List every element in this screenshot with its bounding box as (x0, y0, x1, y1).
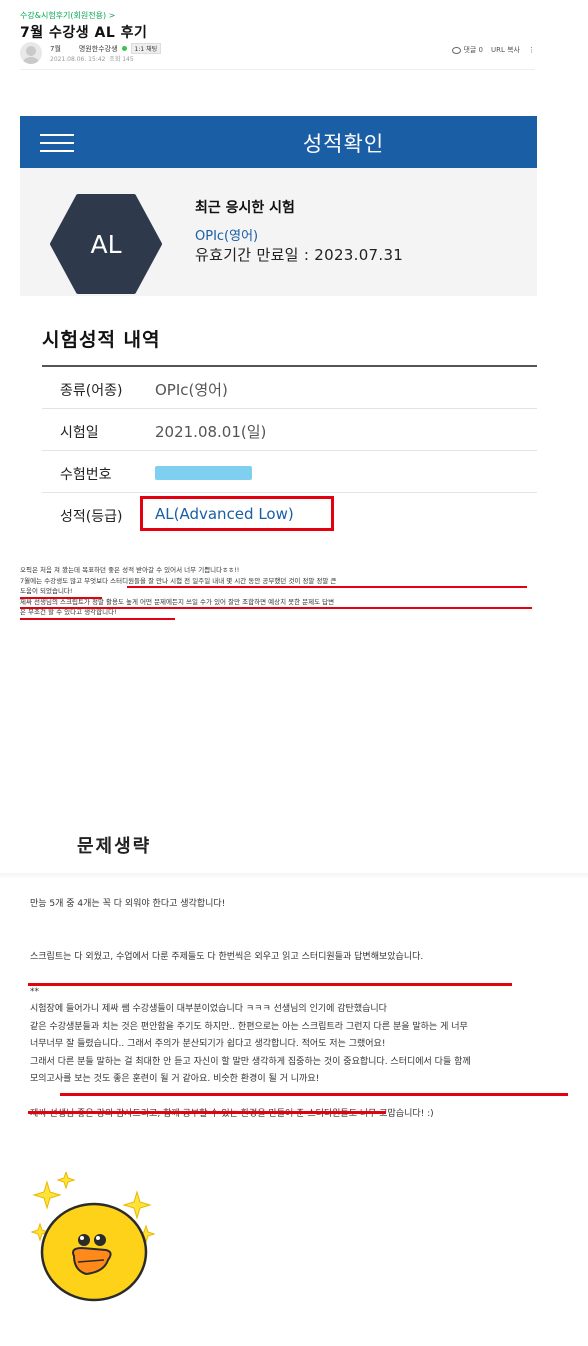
row-label: 종류(어종) (60, 383, 123, 399)
body-line: ** (30, 986, 39, 997)
body-line (30, 966, 570, 984)
body-line: 시험장에 들어가니 제싸 쌤 수강생들이 대부분이었습니다 ㅋㅋㅋ 선생님의 인… (30, 1004, 387, 1014)
comment-button[interactable]: 댓글 0 (452, 45, 483, 55)
divider (20, 69, 535, 70)
row-label: 성적(등급) (60, 509, 123, 525)
score-app-header: 성적확인 (20, 116, 537, 168)
score-app-title: 성적확인 (302, 132, 385, 156)
row-label: 시험일 (60, 425, 99, 441)
underline-mark (20, 597, 102, 599)
level-text: AL (90, 230, 122, 259)
url-copy-button[interactable]: URL 복사 (491, 45, 520, 55)
body-line: 스크립트는 다 외웠고, 수업에서 다룬 주제들도 다 한번씩은 외우고 읽고 … (30, 951, 424, 962)
sticker-sally (30, 1170, 160, 1302)
row-value: 2021.08.01(일) (155, 423, 267, 441)
post-title: 7월 수강생 AL 후기 (20, 25, 148, 41)
post-meta: 2021.08.06. 15:42 조회 145 (50, 54, 134, 63)
underline-mark (20, 618, 175, 620)
history-row: 종류(어종) OPIc(영어) (42, 367, 537, 409)
chat-badge[interactable]: 1:1 채팅 (130, 43, 162, 54)
body-line: 제싸 선생님 좋은 강의 감사드리고, 함께 공부할 수 있는 환경을 만들어 … (30, 1109, 434, 1119)
section-title: 문제생략 (77, 836, 152, 857)
row-value: OPIc(영어) (155, 381, 228, 399)
author-line: 7월 명원한수강생 1:1 채팅 (50, 43, 162, 54)
post-header: 수강&시험후기(회원전용) > 7월 수강생 AL 후기 7월 명원한수강생 1… (0, 0, 545, 70)
review-line: 7월에는 수강생도 많고 무엇보다 스터디원들을 잘 만나 시험 전 일주일 내… (20, 576, 337, 585)
underline-mark (20, 607, 532, 609)
history-title: 시험성적 내역 (42, 329, 161, 351)
underline-mark (60, 1093, 568, 1096)
body-line: 모의고사를 보는 것도 좋은 훈련이 될 거 같아요. 비슷한 환경이 될 거 … (30, 1074, 320, 1084)
body-line (30, 914, 570, 932)
underline-mark (28, 983, 512, 986)
body-line: 너무너무 잘 들렸습니다.. 그래서 주의가 분산되기가 쉽다고 생각합니다. … (30, 1039, 386, 1049)
underline-mark (28, 1111, 386, 1114)
body-line (30, 931, 570, 949)
author-name[interactable]: 7월 (50, 44, 61, 54)
post-datetime: 2021.08.06. 15:42 (50, 56, 106, 63)
review-line: 오픽은 처음 쳐 봤는데 목표하던 좋은 성적 받아갈 수 있어서 너무 기쁩니… (20, 566, 240, 574)
recent-exam-name: OPIc(영어) (195, 229, 259, 244)
row-label: 수험번호 (60, 467, 112, 483)
body-line: 그래서 다른 분들 말하는 걸 최대한 안 듣고 자신이 할 말만 생각하게 집… (30, 1056, 471, 1067)
level-badge: AL (50, 192, 162, 296)
body-line: 같은 수강생분들과 치는 것은 편안함을 주기도 하지만.. 한편으로는 아는 … (30, 1021, 468, 1032)
body-line: 만능 5개 중 4개는 꼭 다 외워야 한다고 생각합니다! (30, 899, 226, 909)
score-screenshot: 성적확인 AL 최근 응시한 시험 OPIc(영어) 유효기간 만료일 : 20… (20, 116, 537, 556)
breadcrumb[interactable]: 수강&시험후기(회원전용) > (20, 10, 115, 21)
author-nick[interactable]: 명원한수강생 (79, 44, 118, 54)
section-divider (0, 873, 588, 879)
post-tools: 댓글 0 URL 복사 ⋮ (452, 45, 535, 55)
underline-mark (127, 586, 527, 588)
online-dot-icon (121, 46, 127, 51)
expiry-date: 유효기간 만료일 : 2023.07.31 (195, 246, 404, 264)
grade-highlight-box (140, 496, 334, 531)
history-row: 수험번호 (42, 451, 537, 493)
redacted-exam-number (155, 466, 252, 480)
recent-exam-title: 최근 응시한 시험 (195, 200, 295, 216)
more-icon[interactable]: ⋮ (528, 46, 535, 54)
comment-icon (452, 46, 462, 54)
post-body: 만능 5개 중 4개는 꼭 다 외워야 한다고 생각합니다! 스크립트는 다 외… (30, 896, 570, 1124)
author-avatar[interactable] (20, 42, 42, 64)
body-line (30, 1089, 570, 1107)
review-intro: 오픽은 처음 쳐 봤는데 목표하던 좋은 성적 받아갈 수 있어서 너무 기쁩니… (20, 565, 540, 618)
recent-exam-card: AL 최근 응시한 시험 OPIc(영어) 유효기간 만료일 : 2023.07… (20, 168, 537, 296)
history-row: 시험일 2021.08.01(일) (42, 409, 537, 451)
post-views: 조회 145 (109, 56, 134, 63)
